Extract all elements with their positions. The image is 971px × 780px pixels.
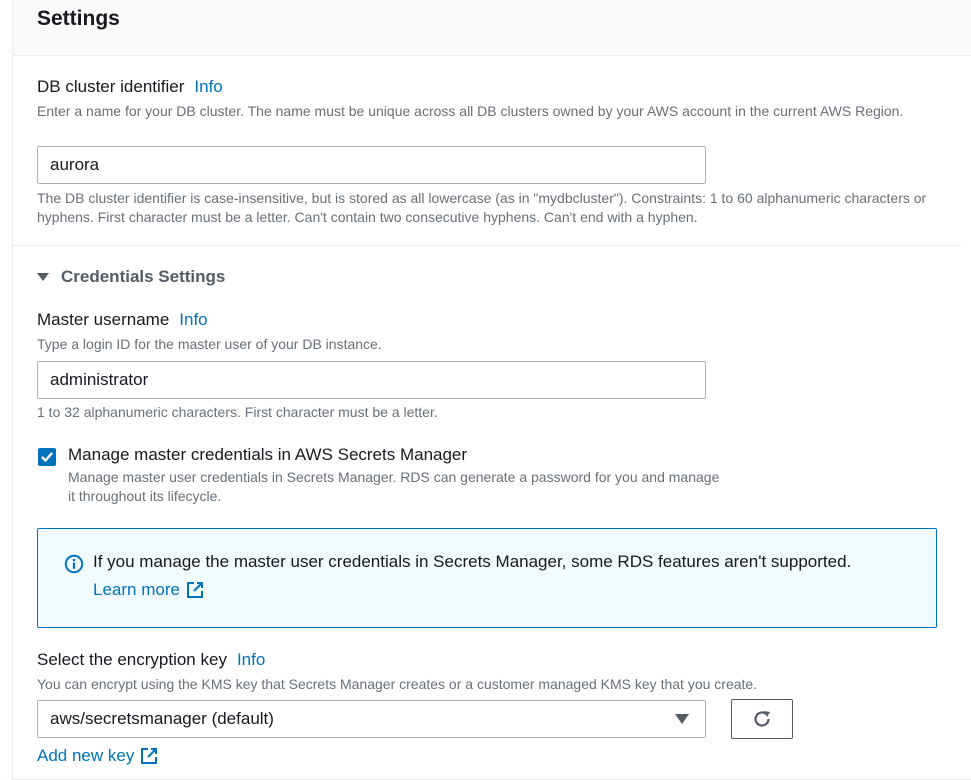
cluster-id-label-row: DB cluster identifier Info (37, 77, 223, 97)
learn-more-label: Learn more (93, 580, 180, 599)
info-icon (64, 554, 84, 574)
settings-panel: Settings DB cluster identifier Info Enter… (12, 0, 971, 780)
add-new-key-link[interactable]: Add new key (37, 746, 158, 766)
username-description: Type a login ID for the master user of y… (37, 336, 382, 352)
encryption-label: Select the encryption key (37, 650, 227, 669)
username-label: Master username (37, 310, 170, 329)
cluster-id-label: DB cluster identifier (37, 77, 185, 96)
cluster-id-description: Enter a name for your DB cluster. The na… (37, 103, 904, 119)
username-constraints: 1 to 32 alphanumeric characters. First c… (37, 404, 438, 420)
learn-more-link[interactable]: Learn more (93, 580, 204, 600)
username-label-row: Master username Info (37, 310, 208, 330)
caret-down-icon (37, 273, 49, 281)
refresh-button[interactable] (731, 699, 793, 739)
encryption-key-select[interactable]: aws/secretsmanager (default) (37, 700, 706, 738)
external-link-icon (186, 582, 203, 598)
credentials-section-title: Credentials Settings (61, 267, 226, 286)
cluster-id-input[interactable]: aurora (37, 146, 706, 184)
manage-credentials-label[interactable]: Manage master credentials in AWS Secrets… (68, 445, 467, 465)
credentials-section-toggle[interactable]: Credentials Settings (37, 267, 225, 287)
encryption-label-row: Select the encryption key Info (37, 650, 265, 670)
refresh-icon (754, 711, 770, 727)
manage-credentials-checkbox[interactable] (38, 448, 56, 466)
section-divider (13, 245, 962, 246)
settings-title: Settings (37, 7, 120, 30)
checkmark-icon (41, 452, 53, 463)
add-new-key-label: Add new key (37, 746, 135, 765)
alert-text: If you manage the master user credential… (93, 552, 852, 571)
username-info-link[interactable]: Info (179, 310, 207, 329)
secrets-manager-alert: If you manage the master user credential… (37, 528, 937, 628)
encryption-description: You can encrypt using the KMS key that S… (37, 676, 758, 692)
cluster-id-constraints: The DB cluster identifier is case-insens… (37, 190, 927, 225)
username-input[interactable]: administrator (37, 361, 706, 399)
encryption-info-link[interactable]: Info (237, 650, 265, 669)
caret-down-icon (675, 714, 689, 724)
external-link-icon (141, 748, 158, 764)
settings-header: Settings (13, 0, 971, 56)
encryption-key-selected: aws/secretsmanager (default) (50, 709, 274, 728)
cluster-id-info-link[interactable]: Info (194, 77, 222, 96)
manage-credentials-description: Manage master user credentials in Secret… (68, 469, 720, 504)
